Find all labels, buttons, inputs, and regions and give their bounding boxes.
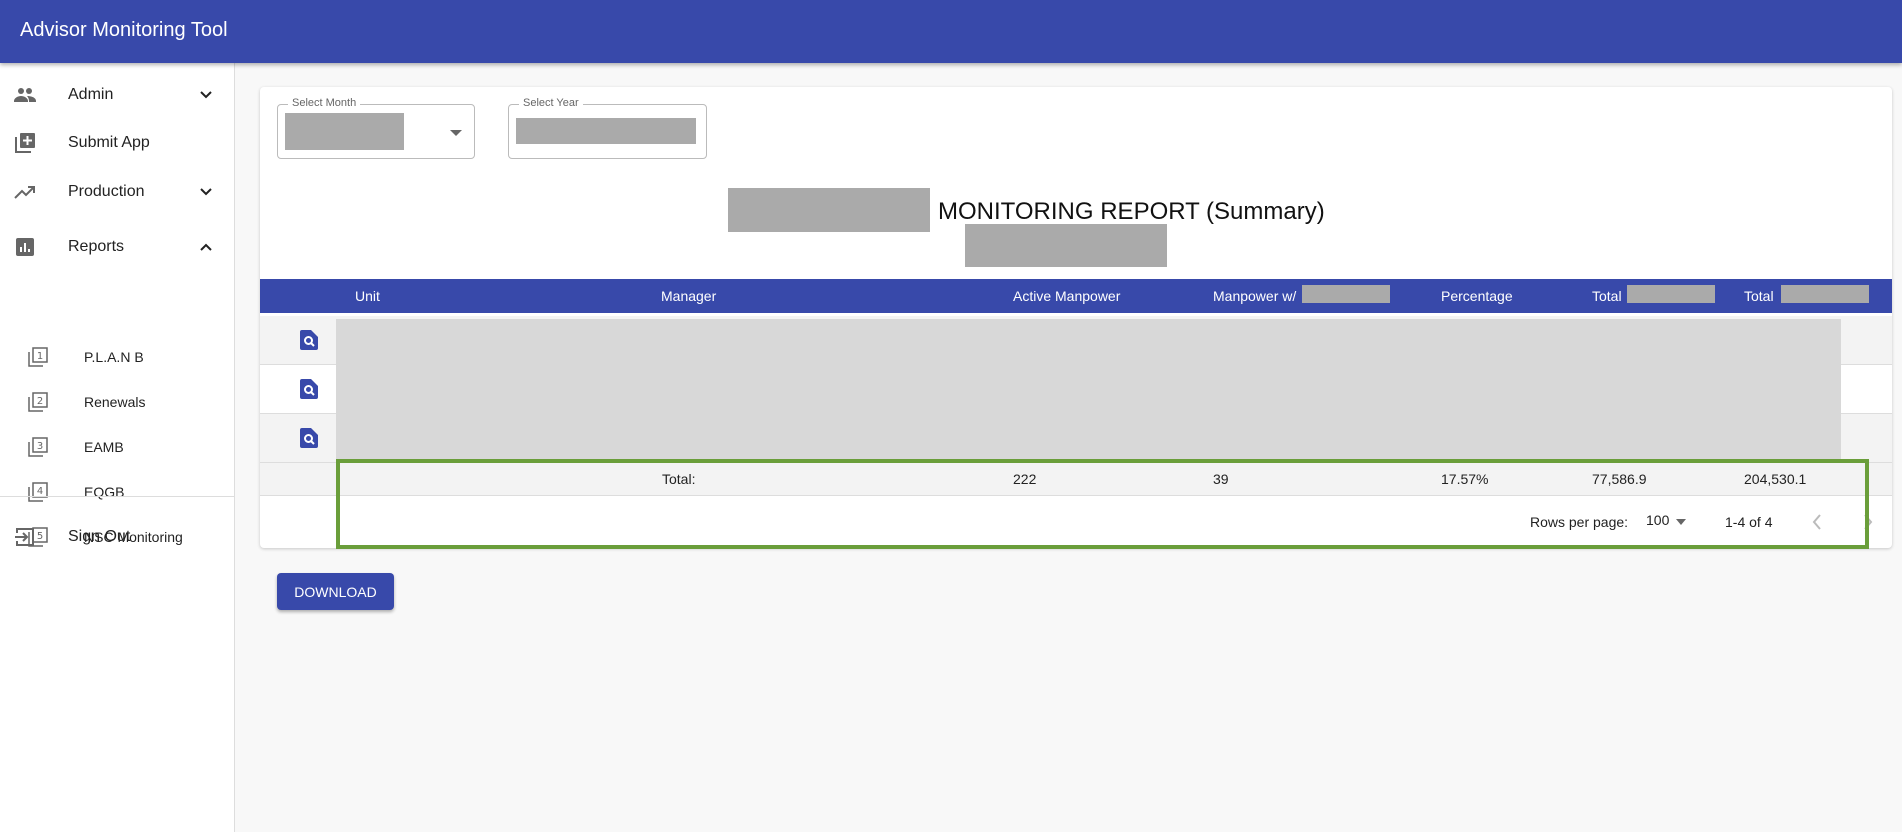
header-manpower-w[interactable]: Manpower w/ <box>1213 288 1296 304</box>
chevron-up-icon <box>200 243 212 251</box>
sidebar-subitem-4[interactable]: 4 EQGB <box>0 472 234 512</box>
total-manpower-w: 39 <box>1213 471 1229 487</box>
sidebar-item-reports[interactable]: Reports <box>0 227 234 267</box>
sidebar-item-production[interactable]: Production <box>0 172 234 212</box>
svg-text:1: 1 <box>37 351 43 362</box>
total-2: 204,530.1 <box>1744 471 1807 487</box>
total-label: Total: <box>662 471 696 487</box>
rows-per-page-value: 100 <box>1646 512 1670 528</box>
sidebar-item-label: Submit App <box>68 134 150 151</box>
sidebar-subitem-3[interactable]: 3 EAMB <box>0 427 234 467</box>
previous-page-icon[interactable] <box>1811 513 1823 531</box>
people-icon <box>14 88 36 102</box>
next-page-icon[interactable] <box>1862 513 1874 531</box>
redacted-year-value <box>516 118 696 144</box>
rows-per-page-label: Rows per page: <box>1530 514 1629 530</box>
dropdown-arrow-icon <box>1676 519 1686 525</box>
app-bar: Advisor Monitoring Tool <box>0 0 1902 63</box>
sidebar-item-admin[interactable]: Admin <box>0 75 234 115</box>
sign-out-icon <box>15 528 34 546</box>
redacted-header <box>1627 285 1715 303</box>
table-header: Unit Manager Active Manpower Manpower w/… <box>260 279 1892 313</box>
library-add-icon <box>15 133 35 153</box>
select-year-label: Select Year <box>519 97 583 109</box>
header-unit[interactable]: Unit <box>355 288 380 304</box>
download-button[interactable]: DOWNLOAD <box>277 573 394 610</box>
sidebar-subitem-label: P.L.A.N B <box>84 349 144 365</box>
redacted-title-prefix <box>728 188 930 232</box>
redacted-rows <box>336 319 1841 462</box>
sidebar: Admin Submit App Production Reports 1 P.L… <box>0 63 235 832</box>
svg-text:2: 2 <box>37 396 43 407</box>
sidebar-subitem-2[interactable]: 2 Renewals <box>0 382 234 422</box>
sidebar-subitem-1[interactable]: 1 P.L.A.N B <box>0 337 234 377</box>
total-active-manpower: 222 <box>1013 471 1037 487</box>
header-total-2[interactable]: Total <box>1744 288 1774 304</box>
dropdown-arrow-icon <box>450 130 462 136</box>
svg-text:3: 3 <box>37 441 43 452</box>
filter-4-icon: 4 <box>28 482 48 502</box>
redacted-month-value <box>285 113 404 150</box>
sidebar-item-submit-app[interactable]: Submit App <box>0 123 234 163</box>
app-title: Advisor Monitoring Tool <box>20 19 228 41</box>
header-total-1[interactable]: Total <box>1592 288 1622 304</box>
sidebar-item-label: Sign Out <box>68 528 131 545</box>
pagination-range: 1-4 of 4 <box>1725 514 1773 530</box>
rows-per-page-select[interactable]: 100 <box>1646 512 1690 534</box>
select-month[interactable]: Select Month <box>277 97 475 159</box>
sidebar-item-label: Production <box>68 183 145 200</box>
sidebar-item-label: Admin <box>68 86 114 103</box>
chevron-down-icon <box>200 188 212 196</box>
find-in-page-icon[interactable] <box>300 428 318 448</box>
bar-chart-icon <box>16 238 34 256</box>
total-1: 77,586.9 <box>1592 471 1647 487</box>
redacted-header <box>1302 285 1390 303</box>
sidebar-subitem-label: EQGB <box>84 484 125 500</box>
report-title: MONITORING REPORT (Summary) <box>938 198 1325 225</box>
chevron-down-icon <box>200 91 212 99</box>
find-in-page-icon[interactable] <box>300 330 318 350</box>
filter-1-icon: 1 <box>28 347 48 367</box>
redacted-title-subline <box>965 224 1167 267</box>
total-row: Total: 222 39 17.57% 77,586.9 204,530.1 <box>260 463 1892 496</box>
sidebar-subitem-label: Renewals <box>84 394 146 410</box>
header-active-manpower[interactable]: Active Manpower <box>1013 288 1120 304</box>
redacted-header <box>1781 285 1869 303</box>
sidebar-subitem-label: EAMB <box>84 439 124 455</box>
find-in-page-icon[interactable] <box>300 379 318 399</box>
total-percentage: 17.57% <box>1441 471 1489 487</box>
sidebar-item-label: Reports <box>68 238 125 255</box>
select-year[interactable]: Select Year <box>508 97 707 159</box>
filter-3-icon: 3 <box>28 437 48 457</box>
header-percentage[interactable]: Percentage <box>1441 288 1513 304</box>
sidebar-divider <box>0 496 234 497</box>
filter-2-icon: 2 <box>28 392 48 412</box>
sidebar-item-sign-out[interactable]: Sign Out <box>0 517 234 557</box>
trending-up-icon <box>14 186 35 199</box>
select-month-label: Select Month <box>288 97 361 109</box>
header-manager[interactable]: Manager <box>661 288 716 304</box>
